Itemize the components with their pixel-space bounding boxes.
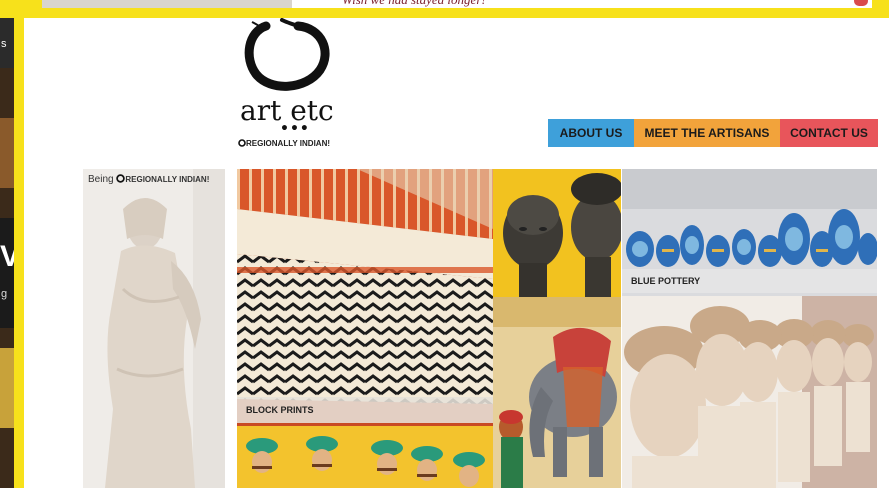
- nav-about-us[interactable]: ABOUT US: [548, 119, 634, 147]
- enso-circle-icon: [244, 18, 330, 91]
- nav-meet-the-artisans[interactable]: MEET THE ARTISANS: [634, 119, 780, 147]
- main-nav: ABOUT US MEET THE ARTISANS CONTACT US: [548, 119, 878, 147]
- puppets-image: [237, 426, 493, 488]
- previous-section-strip: Wish we had stayed longer!: [42, 0, 872, 8]
- side-preview-text: s: [1, 38, 7, 50]
- previous-section-caption: Wish we had stayed longer!: [342, 0, 486, 8]
- yellow-frame-top: Wish we had stayed longer!: [0, 0, 889, 18]
- banner-title-brand: REGIONALLY INDIAN!: [125, 175, 210, 184]
- being-regionally-indian-banner[interactable]: Being REGIONALLY INDIAN!: [83, 169, 225, 488]
- banner-title: Being REGIONALLY INDIAN!: [88, 174, 209, 185]
- block-prints-tile[interactable]: BLOCK PRINTS: [237, 169, 493, 426]
- nav-contact-us[interactable]: CONTACT US: [780, 119, 878, 147]
- previous-section-image: [42, 0, 292, 8]
- side-preview-strip: s V g: [0, 18, 14, 488]
- miniature-painting-tile[interactable]: [493, 297, 621, 488]
- bronze-heads-tile[interactable]: [493, 169, 621, 297]
- puppets-tile[interactable]: [237, 426, 493, 488]
- blue-pottery-label: BLUE POTTERY: [622, 269, 877, 293]
- site-logo[interactable]: art etc ••• REGIONALLY INDIAN!: [236, 18, 342, 152]
- bronze-heads-image: [493, 169, 621, 297]
- logo-tagline: REGIONALLY INDIAN!: [238, 139, 330, 148]
- enso-mini-icon: [116, 174, 126, 183]
- side-preview-subtext: g: [1, 288, 8, 300]
- blue-pottery-tile[interactable]: BLUE POTTERY: [622, 169, 877, 296]
- statue-figure-image: [83, 169, 225, 488]
- side-preview-letter: V: [0, 240, 14, 273]
- block-prints-label: BLOCK PRINTS: [237, 397, 493, 423]
- enso-mini-icon: [238, 139, 246, 147]
- logo-dots: •••: [280, 121, 310, 137]
- heart-icon: [854, 0, 868, 6]
- logo-tagline-text: REGIONALLY INDIAN!: [246, 139, 331, 148]
- side-preview-image: [0, 118, 14, 188]
- block-print-fabric-image: [237, 169, 493, 426]
- elephant-painting-image: [493, 297, 621, 488]
- banner-title-prefix: Being: [88, 174, 114, 185]
- side-preview-image-2: [0, 348, 14, 428]
- carved-busts-image: [622, 296, 877, 488]
- wooden-busts-tile[interactable]: [622, 296, 877, 488]
